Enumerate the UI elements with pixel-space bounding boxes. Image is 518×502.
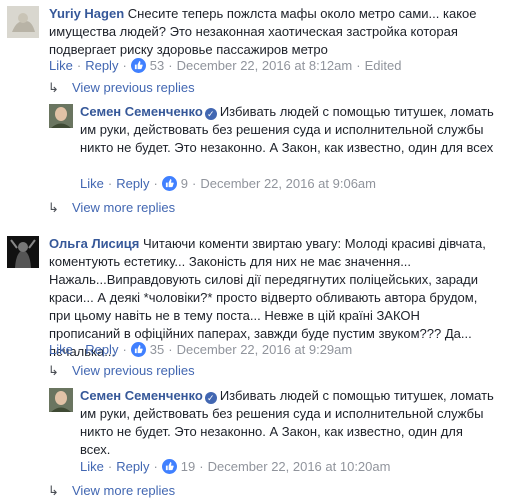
view-previous-replies-button[interactable]: ↳ View previous replies (48, 362, 195, 380)
like-link[interactable]: Like (80, 459, 104, 474)
reply-arrow-icon: ↳ (48, 80, 59, 95)
reply-link[interactable]: Reply (116, 459, 149, 474)
reply-arrow-icon: ↳ (48, 200, 59, 215)
reply-actions: Like · Reply · 19 · December 22, 2016 at 10:20… (80, 459, 391, 474)
view-previous-replies-label: View previous replies (72, 363, 195, 378)
comment-author-name[interactable]: Ольга Лисиця (49, 236, 139, 251)
reply-actions: Like · Reply · 9 · December 22, 2016 at 9:06am (80, 176, 376, 191)
avatar-semen-semenchenko[interactable] (49, 104, 73, 128)
reply-arrow-icon: ↳ (48, 363, 59, 378)
reply-arrow-icon: ↳ (48, 483, 59, 498)
like-count-icon[interactable] (161, 176, 177, 191)
like-count-icon[interactable] (130, 58, 146, 73)
reply-author-name[interactable]: Семен Семенченко (80, 388, 203, 403)
reply-body: Семен Семенченко ✓ Избивать людей с помощь… (80, 387, 495, 459)
view-previous-replies-button[interactable]: ↳ View previous replies (48, 79, 195, 97)
reply-author-name[interactable]: Семен Семенченко (80, 104, 203, 119)
like-count[interactable]: 9 (181, 176, 188, 191)
comment-timestamp[interactable]: December 22, 2016 at 8:12am (177, 58, 353, 73)
like-count[interactable]: 35 (150, 342, 164, 357)
comment-body: Yuriy Hagen Снесите теперь пожлста мафы … (49, 5, 489, 59)
reply-timestamp[interactable]: December 22, 2016 at 10:20am (208, 459, 391, 474)
view-more-replies-button[interactable]: ↳ View more replies (48, 199, 175, 217)
comment-timestamp[interactable]: December 22, 2016 at 9:29am (177, 342, 353, 357)
avatar-yuriy-hagen[interactable] (7, 6, 39, 38)
like-link[interactable]: Like (80, 176, 104, 191)
reply-link[interactable]: Reply (116, 176, 149, 191)
edited-label[interactable]: Edited (365, 58, 402, 73)
reply-link[interactable]: Reply (85, 342, 118, 357)
view-previous-replies-label: View previous replies (72, 80, 195, 95)
reply-timestamp[interactable]: December 22, 2016 at 9:06am (200, 176, 376, 191)
verified-badge-icon: ✓ (204, 108, 217, 120)
comment-actions: Like · Reply · 53 · December 22, 2016 at 8:12a… (49, 58, 402, 73)
like-count-icon[interactable] (130, 342, 146, 357)
like-link[interactable]: Like (49, 58, 73, 73)
avatar-olga-lysytsia[interactable] (7, 236, 39, 268)
view-more-replies-button[interactable]: ↳ View more replies (48, 482, 175, 500)
view-more-replies-label: View more replies (72, 483, 176, 498)
like-count[interactable]: 53 (150, 58, 164, 73)
like-link[interactable]: Like (49, 342, 73, 357)
reply-link[interactable]: Reply (85, 58, 118, 73)
like-count-icon[interactable] (161, 459, 177, 474)
avatar-semen-semenchenko[interactable] (49, 388, 73, 412)
comment-author-name[interactable]: Yuriy Hagen (49, 6, 124, 21)
view-more-replies-label: View more replies (72, 200, 176, 215)
verified-badge-icon: ✓ (204, 392, 217, 404)
comment-actions: Like · Reply · 35 · December 22, 2016 at 9:29a… (49, 342, 353, 357)
like-count[interactable]: 19 (181, 459, 195, 474)
reply-body: Семен Семенченко ✓ Избивать людей с помощь… (80, 103, 495, 157)
